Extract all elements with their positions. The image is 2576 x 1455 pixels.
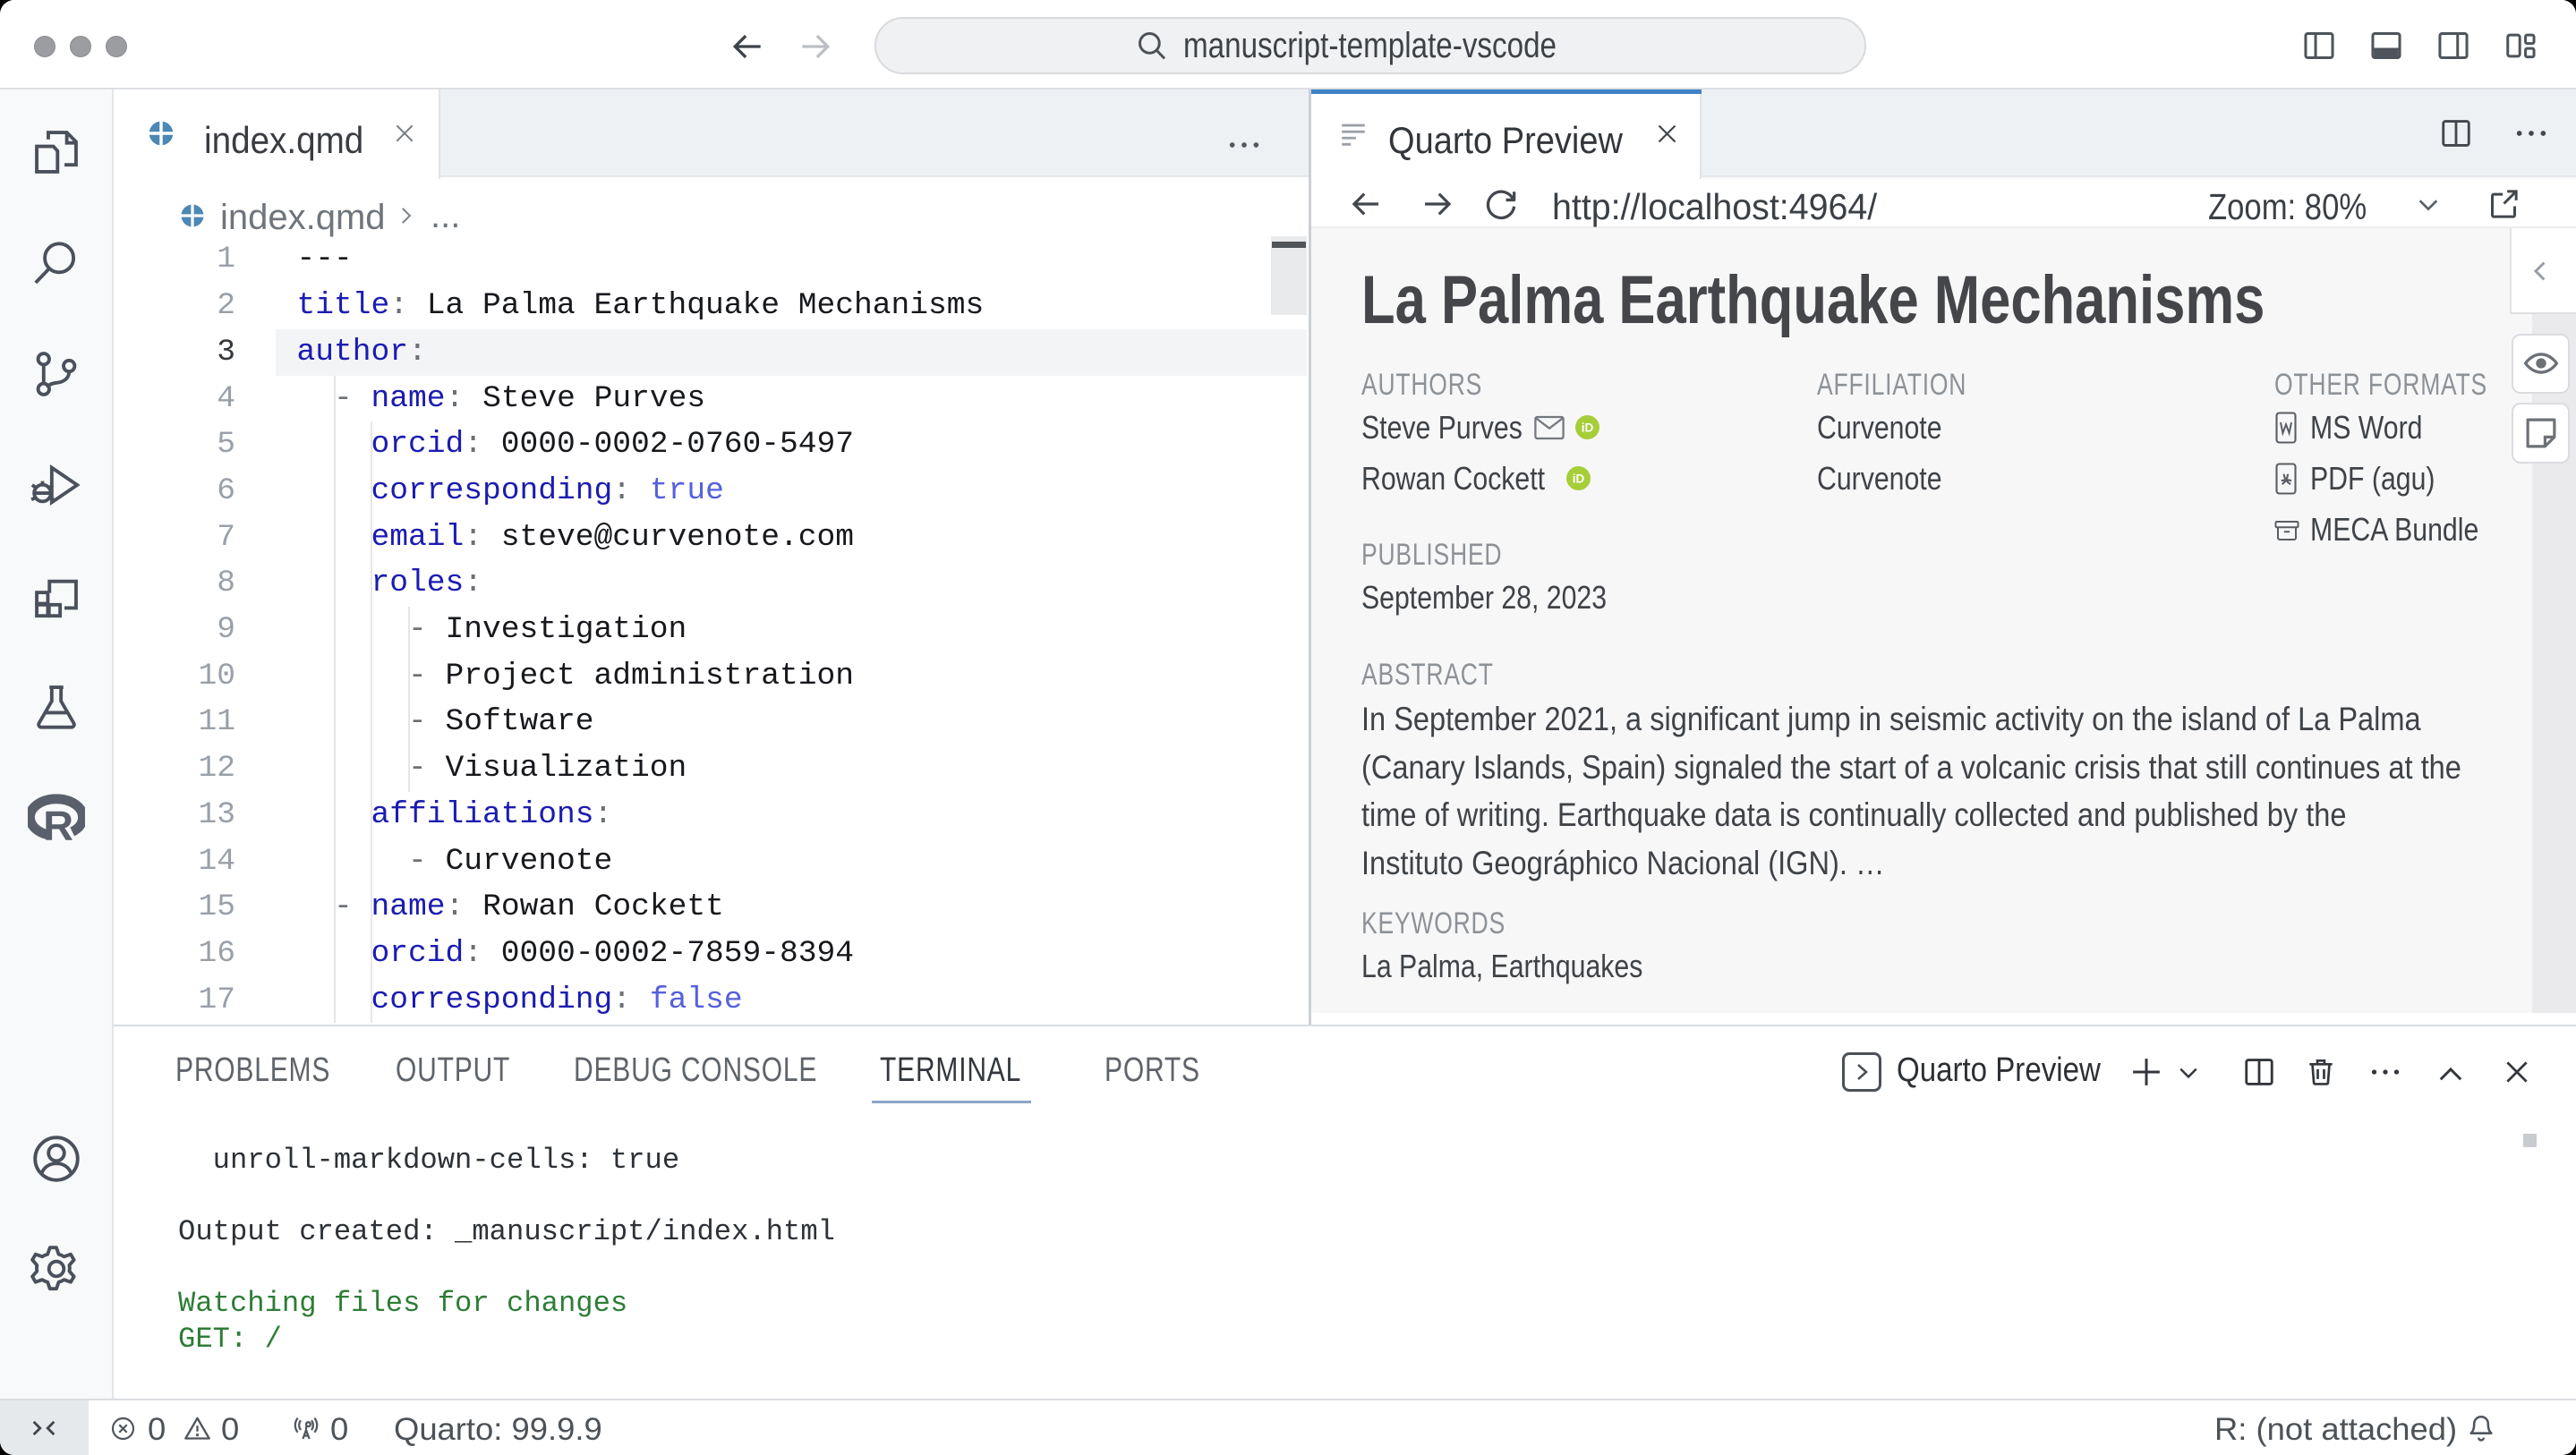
svg-text:R: R	[43, 803, 73, 845]
svg-text:iD: iD	[1582, 421, 1594, 435]
svg-text:iD: iD	[1573, 472, 1585, 486]
